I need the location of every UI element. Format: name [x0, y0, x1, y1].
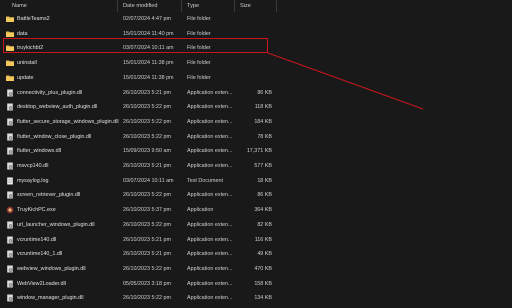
file-date-modified: 26/10/2023 5:22 pm	[123, 295, 171, 302]
file-size: 134 KB	[254, 295, 272, 302]
file-row[interactable]: window_manager_plugin.dll 26/10/2023 5:22…	[0, 291, 512, 305]
dll-icon	[6, 294, 14, 302]
file-type: Application exten...	[187, 295, 233, 302]
annotation-arrow	[267, 52, 424, 110]
file-name: window_manager_plugin.dll	[17, 295, 84, 302]
